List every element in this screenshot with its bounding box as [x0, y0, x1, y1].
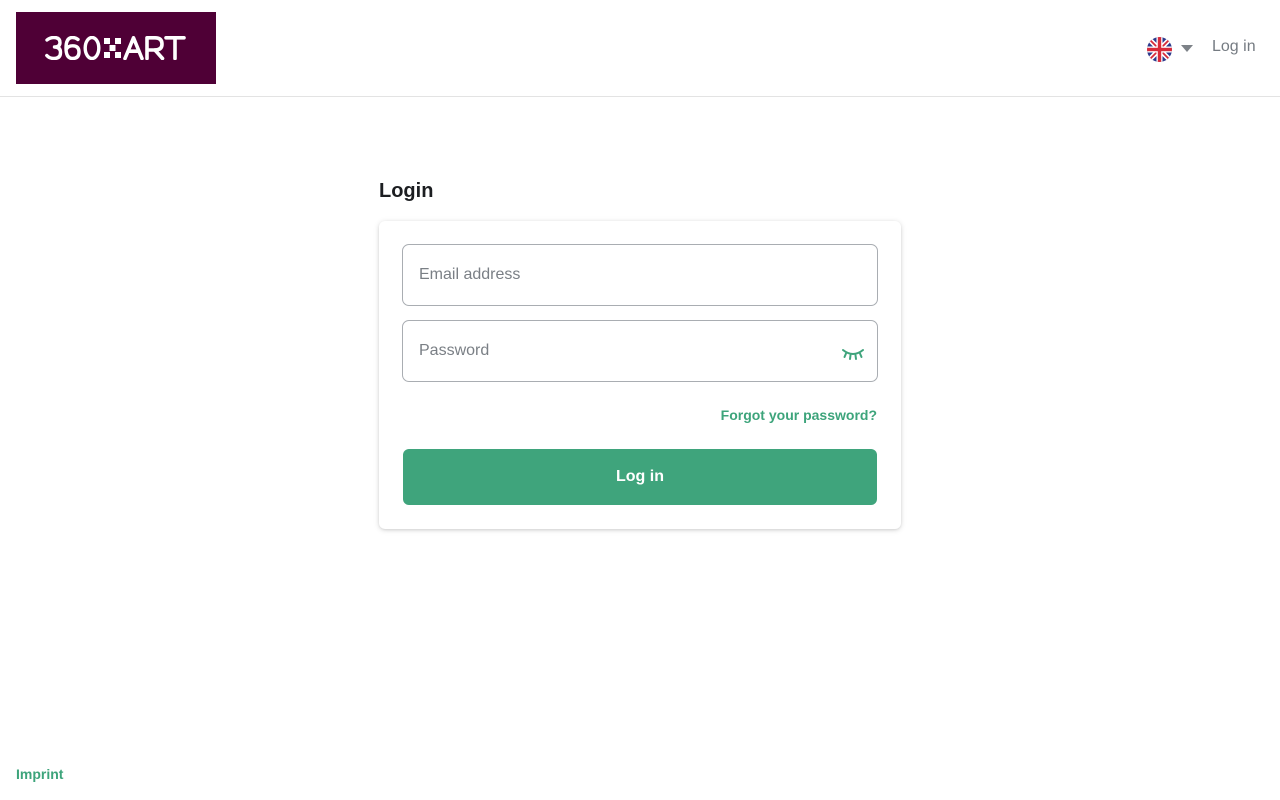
language-selector[interactable] — [1147, 36, 1193, 62]
top-header: Log in — [0, 0, 1280, 97]
imprint-link[interactable]: Imprint — [16, 766, 63, 782]
password-field-wrapper — [402, 320, 878, 382]
page-title: Login — [379, 180, 434, 202]
uk-flag-icon — [1147, 36, 1172, 62]
email-field[interactable] — [403, 245, 877, 305]
email-field-wrapper — [402, 244, 878, 306]
login-card: Forgot your password? Log in — [379, 221, 901, 529]
brand-logo[interactable] — [16, 12, 216, 84]
login-button[interactable]: Log in — [403, 449, 877, 505]
caret-down-icon — [1181, 45, 1193, 52]
logo-wordmark — [45, 36, 186, 60]
header-login-link[interactable]: Log in — [1212, 38, 1256, 56]
password-field[interactable] — [403, 321, 877, 381]
forgot-password-link[interactable]: Forgot your password? — [721, 407, 877, 423]
eye-closed-icon[interactable] — [841, 346, 865, 362]
